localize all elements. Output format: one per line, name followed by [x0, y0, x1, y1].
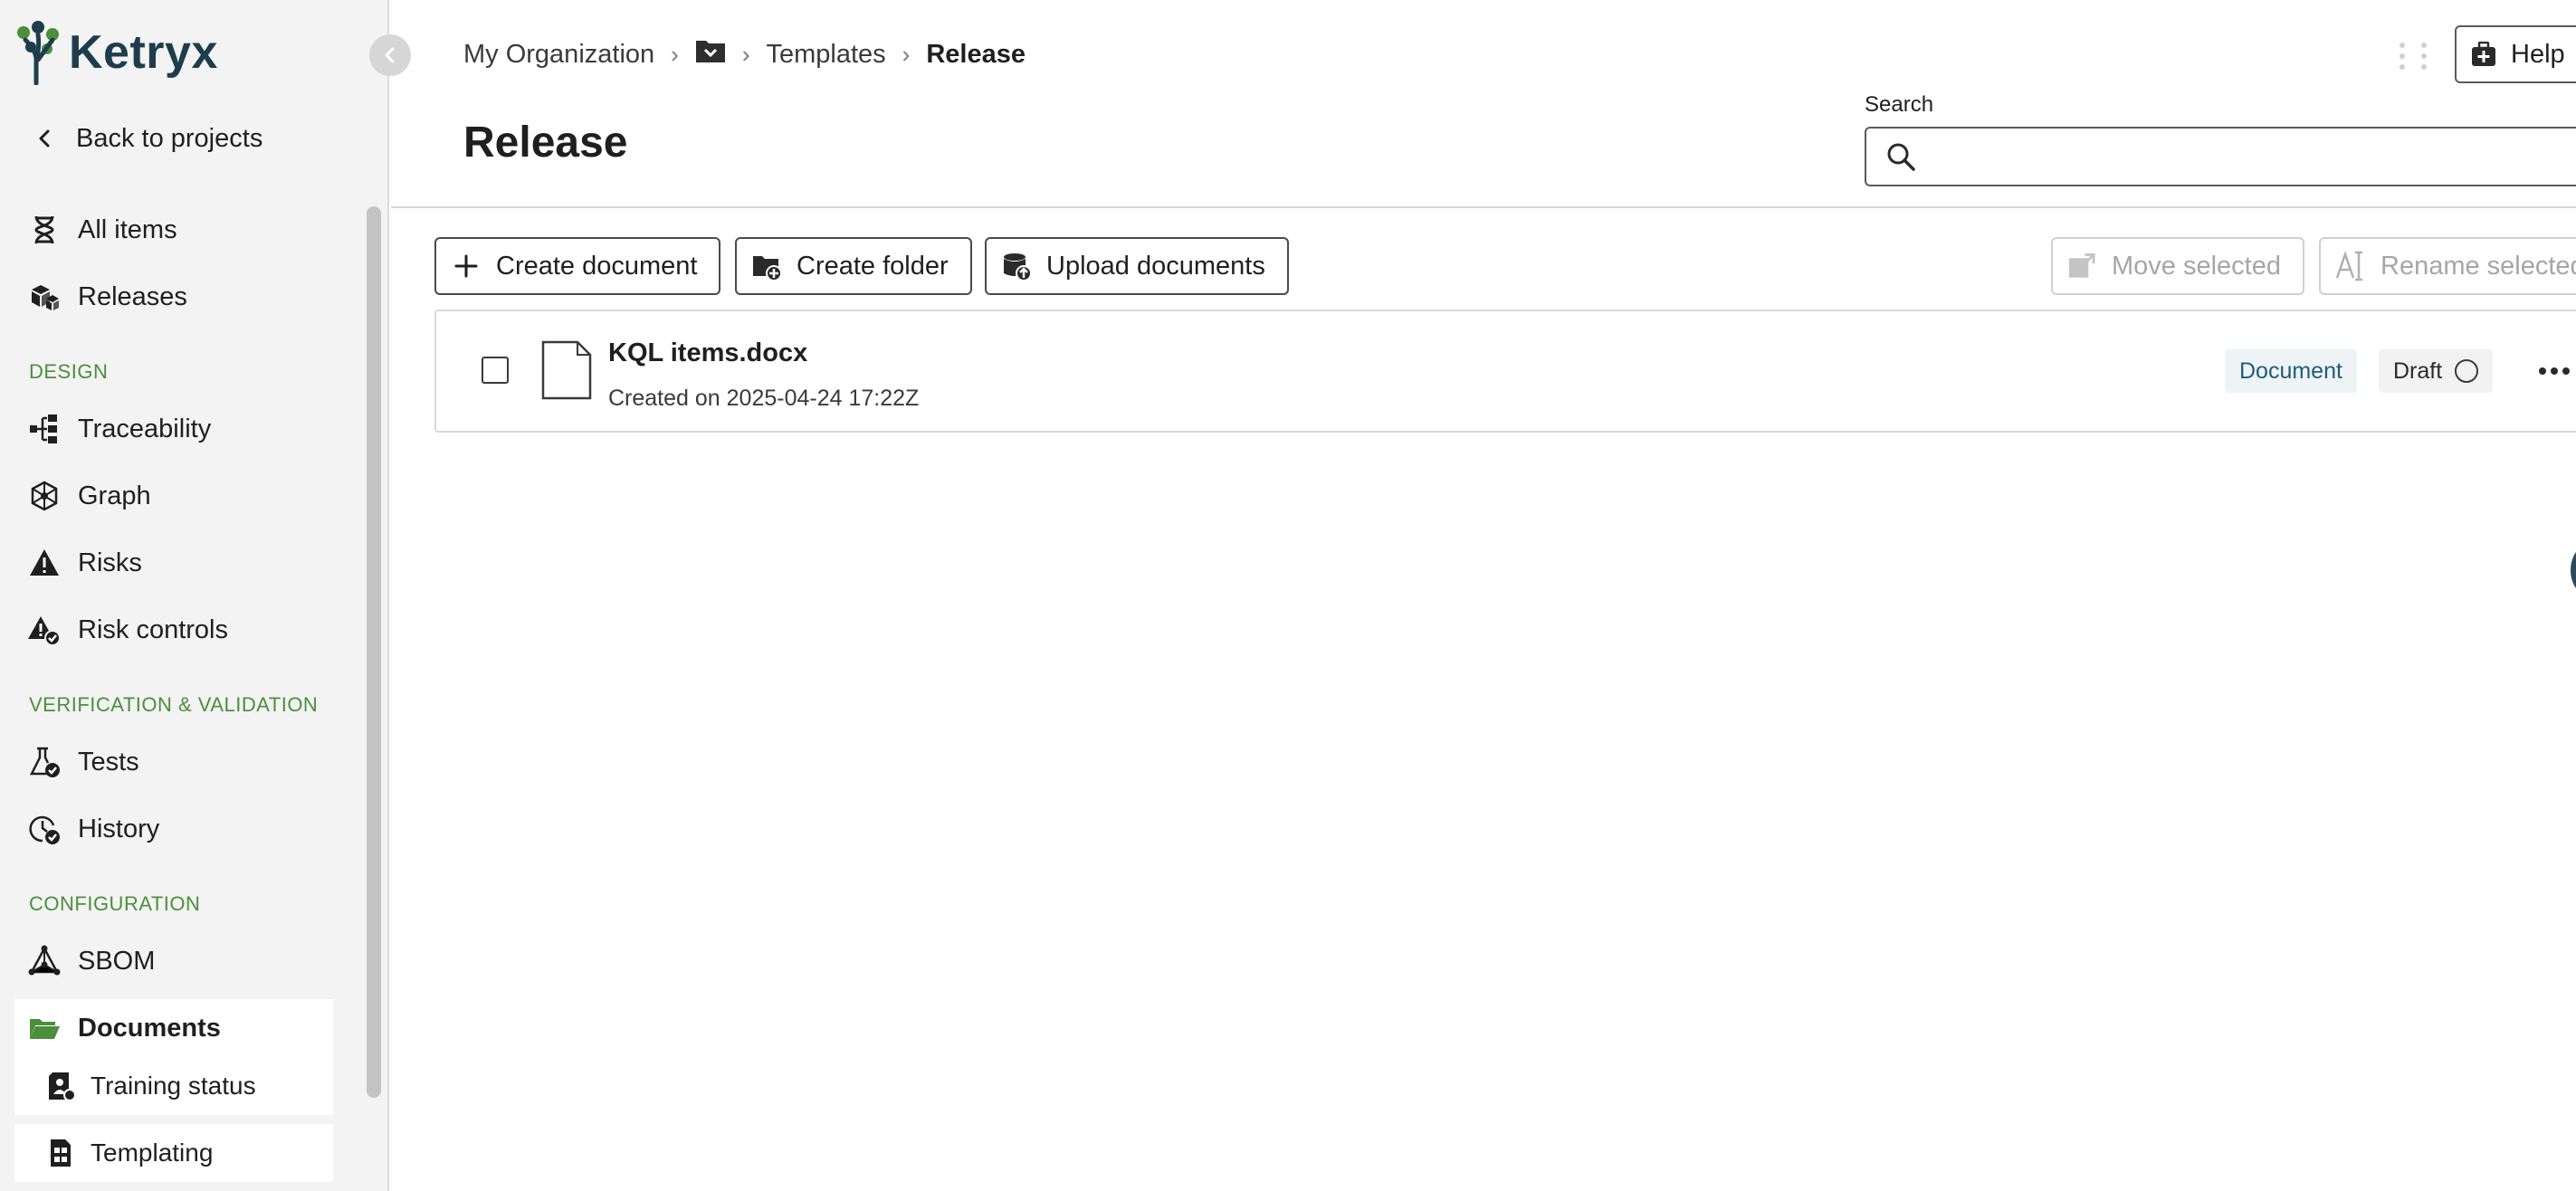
sidebar-item-label: Risks: [78, 548, 142, 577]
search-icon: [1887, 143, 1915, 171]
sidebar-item-label: Releases: [78, 281, 187, 311]
breadcrumb-separator: ›: [671, 40, 679, 68]
breadcrumb-separator: ›: [741, 40, 750, 68]
back-to-projects-link[interactable]: Back to projects: [31, 116, 262, 161]
sidebar-subitem-training-status[interactable]: Training status: [14, 1057, 333, 1115]
sidebar-item-label: Tests: [78, 747, 139, 777]
sidebar-item-label: Documents: [78, 1013, 221, 1043]
search-label: Search: [1865, 92, 1934, 117]
create-folder-button[interactable]: Create folder: [735, 237, 972, 295]
folder-icon[interactable]: [695, 38, 726, 71]
header-divider: [391, 206, 2576, 208]
sidebar-item-sbom[interactable]: SBOM: [14, 932, 333, 990]
upload-documents-label: Upload documents: [1046, 251, 1265, 281]
search-field[interactable]: [1865, 127, 2576, 186]
dna-icon: [27, 213, 62, 247]
plus-icon: [454, 254, 478, 278]
move-selected-button[interactable]: Move selected: [2051, 237, 2304, 295]
section-label-design: DESIGN: [29, 360, 109, 383]
drag-handle-icon[interactable]: [2397, 40, 2429, 72]
breadcrumb-organization[interactable]: My Organization: [463, 40, 654, 70]
search-input[interactable]: [1917, 129, 2576, 184]
sidebar-item-label: Risk controls: [78, 615, 228, 644]
sidebar: Ketryx Back to projects All items Releas…: [0, 0, 389, 1191]
sidebar-item-documents[interactable]: Documents: [14, 999, 333, 1057]
logo-text: Ketryx: [69, 26, 218, 79]
file-icon: [541, 340, 592, 400]
sidebar-subitem-label: Templating: [91, 1139, 214, 1167]
create-document-label: Create document: [496, 251, 698, 281]
document-name[interactable]: KQL items.docx: [608, 338, 807, 368]
sidebar-item-tests[interactable]: Tests: [14, 733, 333, 791]
breadcrumb-current: Release: [926, 39, 1026, 69]
document-status-badge: Draft: [2379, 349, 2494, 393]
sidebar-item-releases[interactable]: Releases: [14, 268, 333, 326]
sidebar-item-risks[interactable]: Risks: [14, 534, 333, 592]
sidebar-item-graph[interactable]: Graph: [14, 467, 333, 525]
risk-control-icon: [27, 613, 62, 647]
section-label-verification-validation: VERIFICATION & VALIDATION: [29, 693, 319, 716]
traceability-icon: [27, 412, 62, 446]
section-label-configuration: CONFIGURATION: [29, 892, 201, 915]
document-status-label: Draft: [2393, 357, 2443, 384]
warning-icon: [27, 546, 62, 580]
sidebar-scrollbar[interactable]: [367, 206, 381, 1098]
help-button[interactable]: Help: [2455, 25, 2576, 83]
move-icon: [2068, 252, 2095, 278]
rename-icon: [2335, 251, 2362, 281]
boxes-icon: [27, 280, 62, 314]
move-selected-label: Move selected: [2112, 251, 2281, 281]
templating-icon: [43, 1137, 76, 1169]
sidebar-item-all-items[interactable]: All items: [14, 201, 333, 259]
chevron-left-icon: [39, 129, 50, 148]
folder-plus-icon: [753, 256, 782, 281]
upload-database-icon: [1004, 253, 1032, 281]
history-check-icon: [27, 812, 62, 846]
more-options-button[interactable]: [2534, 353, 2574, 389]
sidebar-item-traceability[interactable]: Traceability: [14, 400, 333, 458]
floating-action-button[interactable]: [2571, 545, 2576, 596]
create-folder-label: Create folder: [797, 251, 949, 281]
document-type-badge: Document: [2225, 349, 2357, 393]
tree-logo-icon: [17, 21, 59, 85]
breadcrumb-templates[interactable]: Templates: [767, 40, 886, 70]
help-label: Help: [2511, 39, 2565, 69]
sidebar-item-history[interactable]: History: [14, 800, 333, 858]
folder-open-icon: [27, 1011, 62, 1045]
ketryx-logo[interactable]: Ketryx: [13, 16, 218, 89]
back-to-projects-label: Back to projects: [76, 123, 263, 153]
sidebar-item-risk-controls[interactable]: Risk controls: [14, 601, 333, 659]
flask-check-icon: [27, 745, 62, 779]
graph-icon: [27, 479, 62, 513]
breadcrumb: My Organization › › Templates › Release: [463, 36, 1026, 72]
sidebar-item-label: All items: [78, 214, 177, 244]
sidebar-item-label: SBOM: [78, 946, 156, 976]
breadcrumb-separator: ›: [902, 40, 911, 68]
page-title: Release: [463, 119, 628, 167]
sidebar-item-label: History: [78, 814, 160, 843]
sidebar-item-label: Graph: [78, 481, 151, 510]
collapse-sidebar-button[interactable]: [369, 34, 411, 76]
document-checkbox[interactable]: [482, 357, 509, 384]
sbom-icon: [27, 944, 62, 978]
sidebar-subitem-templating[interactable]: Templating: [14, 1124, 333, 1182]
sidebar-item-label: Traceability: [78, 414, 212, 443]
sidebar-subitem-label: Training status: [91, 1072, 256, 1100]
upload-documents-button[interactable]: Upload documents: [985, 237, 1289, 295]
training-icon: [43, 1070, 76, 1102]
status-circle-icon: [2455, 359, 2479, 383]
rename-selected-button[interactable]: Rename selected: [2319, 237, 2576, 295]
ellipsis-icon: [2539, 367, 2570, 375]
first-aid-kit-icon: [2472, 42, 2495, 66]
chevron-left-icon: [385, 47, 395, 63]
document-created-date: Created on 2025-04-24 17:22Z: [608, 386, 920, 411]
create-document-button[interactable]: Create document: [434, 237, 721, 295]
rename-selected-label: Rename selected: [2380, 251, 2576, 281]
document-row[interactable]: KQL items.docx Created on 2025-04-24 17:…: [434, 310, 2576, 433]
